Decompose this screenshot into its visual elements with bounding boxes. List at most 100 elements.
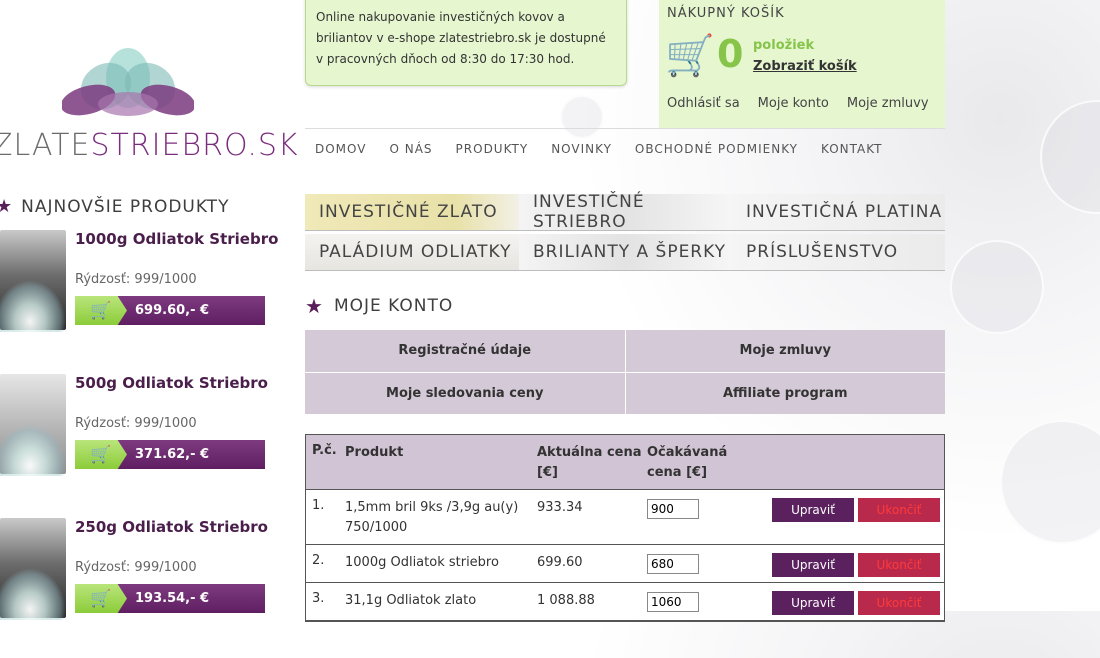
logo-lotus-icon [62,48,194,116]
row-current-price: 699.60 [537,555,583,570]
cart-items-label: položiek [753,38,815,53]
row-no: 1. [312,498,325,513]
sidebar-product[interactable]: 1000g Odliatok Striebro Rýdzosť: 999/100… [0,230,278,370]
view-cart-link[interactable]: Zobraziť košík [753,59,857,74]
background-bubble [950,240,1044,334]
background-bubble [1040,100,1100,214]
category-accessories[interactable]: PRÍSLUŠENSTVO [732,234,945,270]
nav-item-home[interactable]: DOMOV [315,142,366,156]
shopping-cart-icon: 🛒 [90,444,112,465]
page-title: ★ MOJE KONTO [305,294,453,318]
my-account-link[interactable]: Moje konto [758,96,829,111]
row-actions: Upraviť Ukončiť [763,583,944,620]
sidebar-product[interactable]: 500g Odliatok Striebro Rýdzosť: 999/1000… [0,374,270,514]
account-menu: Registračné údaje Moje zmluvy Moje sledo… [305,330,945,414]
table-header: P.č. Produkt Aktuálna cena [€] Očakávaná… [306,435,944,490]
expected-price-input[interactable] [647,499,699,519]
add-to-cart-button[interactable]: 🛒 [75,296,127,325]
buy-bar[interactable]: 🛒 371.62,- € [75,440,265,469]
row-product: 1000g Odliatok striebro [345,555,499,570]
row-current-price: 1 088.88 [537,593,595,608]
logo-wordmark[interactable]: ZLATESTRIEBRO.SK [0,128,299,163]
category-silver[interactable]: INVESTIČNÉ STRIEBRO [519,192,732,232]
row-no: 2. [312,553,325,568]
menu-affiliate-program[interactable]: Affiliate program [625,372,945,414]
expected-price-input[interactable] [647,554,699,574]
update-button[interactable]: Upraviť [772,553,854,577]
sidebar-heading: ★ NAJNOVŠIE PRODUKTY [0,196,229,217]
shopping-cart-icon: 🛒 [90,588,112,609]
store-hours-notice: Online nakupovanie investičných kovov a … [305,0,627,86]
category-jewelry[interactable]: BRILIANTY A ŠPERKY [519,234,732,270]
star-icon: ★ [305,294,324,318]
update-button[interactable]: Upraviť [772,498,854,522]
product-purity: Rýdzosť: 999/1000 [75,416,197,431]
background-bubble [1000,420,1100,544]
nav-item-products[interactable]: PRODUKTY [456,142,529,156]
cart-count: 0 [717,32,744,76]
update-button[interactable]: Upraviť [772,591,854,615]
row-expected-cell [643,490,763,544]
product-price: 371.62,- € [135,447,210,462]
add-to-cart-button[interactable]: 🛒 [75,440,127,469]
row-expected-cell [643,583,763,620]
nav-item-news[interactable]: NOVINKY [551,142,612,156]
category-row: PALÁDIUM ODLIATKY BRILIANTY A ŠPERKY PRÍ… [305,234,945,271]
lotus-decoration [0,568,66,620]
product-purity: Rýdzosť: 999/1000 [75,272,197,287]
product-name[interactable]: 250g Odliatok Striebro [75,518,268,536]
add-to-cart-button[interactable]: 🛒 [75,584,127,613]
nav-item-about[interactable]: O NÁS [389,142,432,156]
table-row: 3. 31,1g Odliatok zlato 1 088.88 Upraviť… [306,583,944,621]
row-product: 1,5mm bril 9ks /3,9g au(y) 750/1000 [345,500,519,535]
logo-suffix: STRIEBRO.SK [90,128,299,163]
row-actions: Upraviť Ukončiť [763,545,944,582]
end-button[interactable]: Ukončiť [858,591,940,615]
sidebar-product[interactable]: 250g Odliatok Striebro Rýdzosť: 999/1000… [0,518,270,658]
my-contracts-link[interactable]: Moje zmluvy [847,96,929,111]
price-watch-table: P.č. Produkt Aktuálna cena [€] Očakávaná… [305,434,945,622]
category-platinum[interactable]: INVESTIČNÁ PLATINA [732,194,945,230]
row-no: 3. [312,591,325,606]
row-product: 31,1g Odliatok zlato [345,593,477,608]
buy-bar[interactable]: 🛒 699.60,- € [75,296,265,325]
row-actions: Upraviť Ukončiť [763,490,944,544]
header-expected-price: Očakávaná cena [€] [647,445,728,480]
cart-title: NÁKUPNÝ KOŠÍK [667,6,785,21]
menu-registration-data[interactable]: Registračné údaje [305,330,625,372]
star-icon: ★ [0,196,14,217]
category-gold[interactable]: INVESTIČNÉ ZLATO [305,194,519,230]
nav-item-contact[interactable]: KONTAKT [821,142,883,156]
cart-icon: 🛒 [665,33,715,79]
shopping-cart-icon: 🛒 [90,300,112,321]
table-row: 2. 1000g Odliatok striebro 699.60 Upravi… [306,545,944,583]
logout-link[interactable]: Odhlásiť sa [667,96,740,111]
buy-bar[interactable]: 🛒 193.54,- € [75,584,265,613]
account-links: Odhlásiť sa Moje konto Moje zmluvy [667,96,929,111]
menu-price-watches[interactable]: Moje sledovania ceny [305,372,625,414]
product-name[interactable]: 500g Odliatok Striebro [75,374,268,392]
nav-item-terms[interactable]: OBCHODNÉ PODMIENKY [635,142,798,156]
menu-my-contracts[interactable]: Moje zmluvy [625,330,945,372]
lotus-decoration [0,424,66,476]
row-expected-cell [643,545,763,582]
end-button[interactable]: Ukončiť [858,553,940,577]
header-current-price: Aktuálna cena [€] [537,445,642,480]
category-row: INVESTIČNÉ ZLATO INVESTIČNÉ STRIEBRO INV… [305,192,945,232]
end-button[interactable]: Ukončiť [858,498,940,522]
product-name[interactable]: 1000g Odliatok Striebro [75,230,278,248]
category-palladium[interactable]: PALÁDIUM ODLIATKY [305,234,519,270]
page-title-label: MOJE KONTO [333,296,454,316]
sidebar-heading-label: NAJNOVŠIE PRODUKTY [21,196,230,217]
lotus-decoration [0,280,66,332]
header-no: P.č. [312,443,337,458]
header-product: Produkt [345,445,404,460]
shopping-cart-panel: NÁKUPNÝ KOŠÍK 🛒 0 položiek Zobraziť koší… [659,0,945,128]
header-actions [763,435,944,489]
product-price: 193.54,- € [135,591,210,606]
product-price: 699.60,- € [135,303,210,318]
expected-price-input[interactable] [647,592,699,612]
product-purity: Rýdzosť: 999/1000 [75,560,197,575]
main-nav: DOMOV O NÁS PRODUKTY NOVINKY OBCHODNÉ PO… [305,128,945,169]
row-current-price: 933.34 [537,500,583,515]
